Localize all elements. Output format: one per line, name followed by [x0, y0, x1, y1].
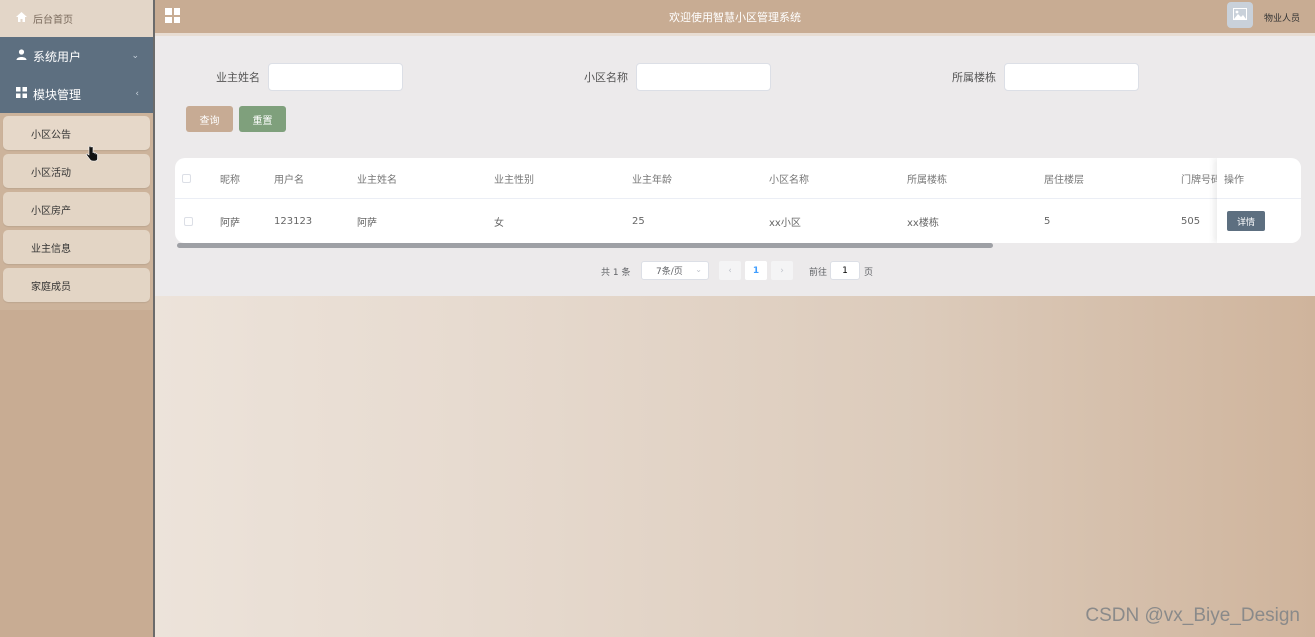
- home-icon: [16, 12, 27, 25]
- sidebar-group-label: 模块管理: [33, 87, 82, 102]
- reset-button[interactable]: 重置: [239, 106, 286, 132]
- image-icon: [1233, 7, 1247, 23]
- column-header[interactable]: 业主性别: [494, 158, 534, 198]
- column-header: 操作: [1217, 158, 1301, 199]
- sidebar-group-label: 系统用户: [33, 49, 82, 64]
- sidebar-item-label: 业主信息: [31, 243, 71, 255]
- sidebar-item-label: 后台首页: [33, 15, 73, 26]
- pagination-total: 共 1 条: [601, 268, 631, 278]
- page-suffix-label: 页: [864, 268, 874, 278]
- community-name-field-group: 小区名称: [584, 63, 771, 91]
- column-header[interactable]: 业主年龄: [632, 158, 672, 198]
- avatar[interactable]: [1227, 2, 1253, 28]
- sidebar: 后台首页 系统用户 ⌄ 模块管理 ‹ 小区公告 小区活动 小区房产 业主信息 家…: [0, 0, 155, 637]
- column-header[interactable]: 门牌号码: [1181, 158, 1221, 198]
- sidebar-item-community-property[interactable]: 小区房产: [3, 192, 150, 226]
- prev-page-button[interactable]: ‹: [719, 261, 741, 280]
- mouse-cursor-icon: [86, 145, 98, 162]
- data-table: 昵称 用户名 业主姓名 业主性别 业主年龄 小区名称 所属楼栋 居住楼层 门牌号…: [175, 158, 1301, 243]
- row-checkbox[interactable]: [184, 199, 193, 243]
- sidebar-item-home[interactable]: 后台首页: [0, 0, 153, 37]
- horizontal-scrollbar[interactable]: [177, 243, 993, 248]
- table-cell: 123123: [274, 215, 313, 227]
- table-cell: 阿萨: [220, 217, 240, 229]
- page-size-value: 7条/页: [656, 267, 683, 277]
- community-name-label: 小区名称: [584, 71, 628, 84]
- grid-icon: [16, 87, 27, 101]
- operation-cell: 详情: [1217, 199, 1301, 243]
- column-header[interactable]: 用户名: [274, 158, 304, 198]
- search-form: 业主姓名 小区名称 所属楼栋: [155, 63, 1315, 93]
- operation-column: 操作 详情: [1217, 158, 1301, 243]
- detail-button[interactable]: 详情: [1227, 211, 1265, 231]
- column-header[interactable]: 业主姓名: [357, 158, 397, 198]
- table-cell: 25: [632, 215, 645, 227]
- sidebar-item-label: 家庭成员: [31, 281, 71, 293]
- sidebar-item-family-members[interactable]: 家庭成员: [3, 268, 150, 302]
- sidebar-item-community-activity[interactable]: 小区活动: [3, 154, 150, 188]
- table-cell: 女: [494, 217, 504, 229]
- chevron-right-icon: ›: [780, 265, 784, 276]
- chevron-down-icon: ⌄: [695, 265, 702, 274]
- page-title: 欢迎使用智慧小区管理系统: [669, 11, 801, 24]
- table-cell: 5: [1044, 215, 1051, 227]
- owner-name-label: 业主姓名: [216, 71, 260, 84]
- main-content: 业主姓名 小区名称 所属楼栋 查询 重置 昵称 用户名 业主姓名 业主性别 业主…: [155, 36, 1315, 296]
- building-label: 所属楼栋: [952, 71, 996, 84]
- owner-name-input[interactable]: [268, 63, 403, 91]
- owner-name-field-group: 业主姓名: [216, 63, 403, 91]
- chevron-left-icon: ‹: [728, 265, 732, 276]
- select-all-checkbox[interactable]: [182, 158, 191, 198]
- sidebar-item-label: 小区公告: [31, 129, 71, 141]
- table-cell: xx楼栋: [907, 217, 939, 229]
- page-size-select[interactable]: 7条/页 ⌄: [641, 261, 709, 280]
- pagination: 共 1 条 7条/页 ⌄ ‹ 1 › 前往 页: [155, 261, 1315, 281]
- table-row[interactable]: 阿萨 123123 阿萨 女 25 xx小区 xx楼栋 5 505: [175, 199, 1301, 243]
- goto-label: 前往: [809, 268, 828, 278]
- table-cell: 505: [1181, 215, 1201, 227]
- chevron-left-icon: ‹: [135, 89, 139, 99]
- chevron-down-icon: ⌄: [131, 51, 139, 61]
- next-page-button[interactable]: ›: [771, 261, 793, 280]
- building-field-group: 所属楼栋: [952, 63, 1139, 91]
- sidebar-item-label: 小区活动: [31, 167, 71, 179]
- sidebar-group-module-management[interactable]: 模块管理 ‹: [0, 75, 153, 113]
- user-icon: [16, 49, 27, 63]
- sidebar-item-label: 小区房产: [31, 205, 71, 217]
- submenu: 小区公告 小区活动 小区房产 业主信息 家庭成员: [0, 113, 153, 310]
- top-header: 欢迎使用智慧小区管理系统 物业人员: [155, 0, 1315, 36]
- column-header[interactable]: 所属楼栋: [907, 158, 947, 198]
- sidebar-item-community-notice[interactable]: 小区公告: [3, 116, 150, 150]
- column-header[interactable]: 昵称: [220, 158, 240, 198]
- query-button[interactable]: 查询: [186, 106, 233, 132]
- page-number[interactable]: 1: [745, 261, 767, 280]
- sidebar-item-owner-info[interactable]: 业主信息: [3, 230, 150, 264]
- user-role[interactable]: 物业人员: [1264, 11, 1300, 24]
- community-name-input[interactable]: [636, 63, 771, 91]
- watermark: CSDN @vx_Biye_Design: [1085, 605, 1300, 626]
- table-cell: 阿萨: [357, 217, 377, 229]
- table-cell: xx小区: [769, 217, 801, 229]
- table-header-row: 昵称 用户名 业主姓名 业主性别 业主年龄 小区名称 所属楼栋 居住楼层 门牌号…: [175, 158, 1301, 199]
- column-header[interactable]: 小区名称: [769, 158, 809, 198]
- column-header[interactable]: 居住楼层: [1044, 158, 1084, 198]
- goto-page-input[interactable]: [830, 261, 860, 280]
- building-input[interactable]: [1004, 63, 1139, 91]
- sidebar-group-system-users[interactable]: 系统用户 ⌄: [0, 37, 153, 75]
